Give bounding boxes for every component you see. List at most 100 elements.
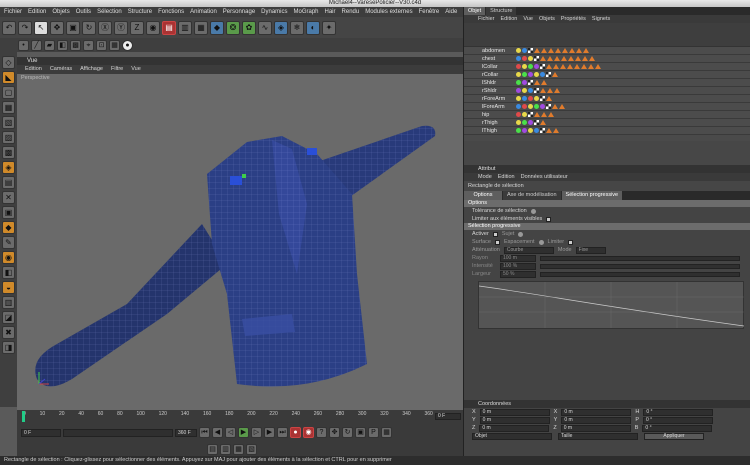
hair-icon[interactable]: ◒ xyxy=(2,281,15,294)
subdivision-icon[interactable]: ❂ xyxy=(226,20,240,35)
viewport-menu-item[interactable]: Filtre xyxy=(111,65,123,74)
object-row[interactable]: rForeArm xyxy=(464,95,750,103)
menu-item[interactable]: Personnage xyxy=(223,7,255,17)
constraint-tag-icon[interactable] xyxy=(554,56,560,61)
pla-key-icon[interactable]: ▦ xyxy=(381,427,392,438)
world-icon[interactable]: ◉ xyxy=(146,20,160,35)
cube-icon[interactable]: ◆ xyxy=(210,20,224,35)
texture-tag-icon[interactable] xyxy=(540,64,545,69)
apply-button[interactable]: Appliquer xyxy=(644,432,704,440)
material-tag-icon[interactable] xyxy=(516,128,521,133)
spline-icon[interactable]: ∿ xyxy=(258,20,272,35)
points-mode-icon[interactable]: • xyxy=(18,39,29,51)
constraint-tag-icon[interactable] xyxy=(540,120,546,125)
move-tool-icon[interactable]: ✥ xyxy=(50,20,64,35)
constraint-tag-icon[interactable] xyxy=(576,48,582,53)
menu-item[interactable]: Dynamics xyxy=(261,7,287,17)
mat-edit-icon[interactable]: ▤ xyxy=(207,443,218,455)
constraint-tag-icon[interactable] xyxy=(541,112,547,117)
constraint-tag-icon[interactable] xyxy=(561,56,567,61)
constraint-tag-icon[interactable] xyxy=(552,72,558,77)
constraint-tag-icon[interactable] xyxy=(546,64,552,69)
viewport-menu-item[interactable]: Vue xyxy=(131,65,141,74)
rot-key-icon[interactable]: ↻ xyxy=(342,427,353,438)
viewport-menu-item[interactable]: Caméras xyxy=(50,65,72,74)
material-tag-icon[interactable] xyxy=(534,96,539,101)
constraint-tag-icon[interactable] xyxy=(547,88,553,93)
attributes-menu-item[interactable]: Données utilisateur xyxy=(521,173,568,181)
scale-tool-icon[interactable]: ▣ xyxy=(66,20,80,35)
tab-structure[interactable]: Structure xyxy=(486,7,517,15)
material-tag-icon[interactable] xyxy=(516,112,521,117)
attenuation-select[interactable]: Courbe xyxy=(503,246,554,254)
texture-tag-icon[interactable] xyxy=(528,48,533,53)
texture-tool-icon[interactable]: ▤ xyxy=(2,176,15,189)
coordinate-field[interactable]: 0 ° xyxy=(643,408,714,416)
constraint-tag-icon[interactable] xyxy=(548,112,554,117)
activer-checkbox[interactable] xyxy=(492,231,498,237)
material-tag-icon[interactable] xyxy=(522,64,527,69)
surface-checkbox[interactable] xyxy=(494,239,500,245)
points-tool-icon[interactable]: ▦ xyxy=(2,101,15,114)
axis-tool-icon[interactable]: ✕ xyxy=(2,191,15,204)
sujet-toggle[interactable] xyxy=(518,231,524,237)
menu-item[interactable]: Aide xyxy=(445,7,457,17)
constraint-tag-icon[interactable] xyxy=(568,56,574,61)
intensite-field[interactable]: 100 % xyxy=(500,262,536,270)
coordinate-field[interactable]: 0 m xyxy=(479,408,550,416)
tab-options[interactable]: Options xyxy=(464,191,502,200)
material-tag-icon[interactable] xyxy=(528,120,533,125)
material-tag-icon[interactable] xyxy=(528,88,533,93)
workplane-icon[interactable]: ▦ xyxy=(109,39,120,51)
material-tag-icon[interactable] xyxy=(528,72,533,77)
snap-icon[interactable]: ⌖ xyxy=(83,39,94,51)
key-settings-icon[interactable]: ? xyxy=(316,427,327,438)
polygons-tool-icon[interactable]: ▨ xyxy=(2,131,15,144)
material-tag-icon[interactable] xyxy=(516,80,521,85)
tab-soft-selection[interactable]: Sélection progressive xyxy=(561,191,623,200)
material-tag-icon[interactable] xyxy=(522,56,527,61)
weight-icon[interactable]: ◧ xyxy=(2,266,15,279)
material-tag-icon[interactable] xyxy=(522,112,527,117)
constraint-tag-icon[interactable] xyxy=(574,64,580,69)
mode-select[interactable]: Fixe xyxy=(575,246,606,254)
mat-tex-icon[interactable]: ▧ xyxy=(246,443,257,455)
coordinate-field[interactable]: 0 m xyxy=(479,424,550,432)
tab-modeling-axis[interactable]: Axe de modélisation xyxy=(503,191,561,200)
menu-item[interactable]: Outils xyxy=(76,7,91,17)
sculpt-icon[interactable]: ◉ xyxy=(2,251,15,264)
material-tag-icon[interactable] xyxy=(516,48,521,53)
intensite-slider[interactable] xyxy=(540,263,740,269)
attributes-menu-item[interactable]: Mode xyxy=(478,173,492,181)
record-icon[interactable]: ● xyxy=(122,39,133,51)
scale-key-icon[interactable]: ▣ xyxy=(355,427,366,438)
deformer-icon[interactable]: ◈ xyxy=(274,20,288,35)
coordinate-field[interactable]: 0 m xyxy=(560,424,631,432)
menu-item[interactable]: Fichier xyxy=(4,7,22,17)
end-range-field[interactable]: 360 F xyxy=(175,428,197,437)
scene-icon[interactable]: ❄ xyxy=(290,20,304,35)
viewport-menu-item[interactable]: Affichage xyxy=(80,65,103,74)
constraint-tag-icon[interactable] xyxy=(541,48,547,53)
constraint-tag-icon[interactable] xyxy=(555,48,561,53)
texture-tag-icon[interactable] xyxy=(528,112,533,117)
material-tag-icon[interactable] xyxy=(528,64,533,69)
material-tag-icon[interactable] xyxy=(540,104,545,109)
menu-item[interactable]: Fonctions xyxy=(158,7,184,17)
constraint-tag-icon[interactable] xyxy=(559,104,565,109)
limiter-checkbox[interactable] xyxy=(568,239,574,245)
material-tag-icon[interactable] xyxy=(516,88,521,93)
constraint-tag-icon[interactable] xyxy=(569,48,575,53)
brush-icon[interactable]: ✎ xyxy=(2,236,15,249)
material-tag-icon[interactable] xyxy=(528,56,533,61)
undo-icon[interactable]: ↶ xyxy=(2,20,16,35)
constraint-tag-icon[interactable] xyxy=(534,80,540,85)
next-frame-icon[interactable]: ▷ xyxy=(251,427,262,438)
texture-tag-icon[interactable] xyxy=(534,88,539,93)
constraint-tag-icon[interactable] xyxy=(554,88,560,93)
object-row[interactable]: lCollar xyxy=(464,63,750,71)
texture-tag-icon[interactable] xyxy=(540,96,545,101)
material-tag-icon[interactable] xyxy=(516,64,521,69)
play-icon[interactable]: ▶ xyxy=(238,427,249,438)
pos-key-icon[interactable]: ✥ xyxy=(329,427,340,438)
